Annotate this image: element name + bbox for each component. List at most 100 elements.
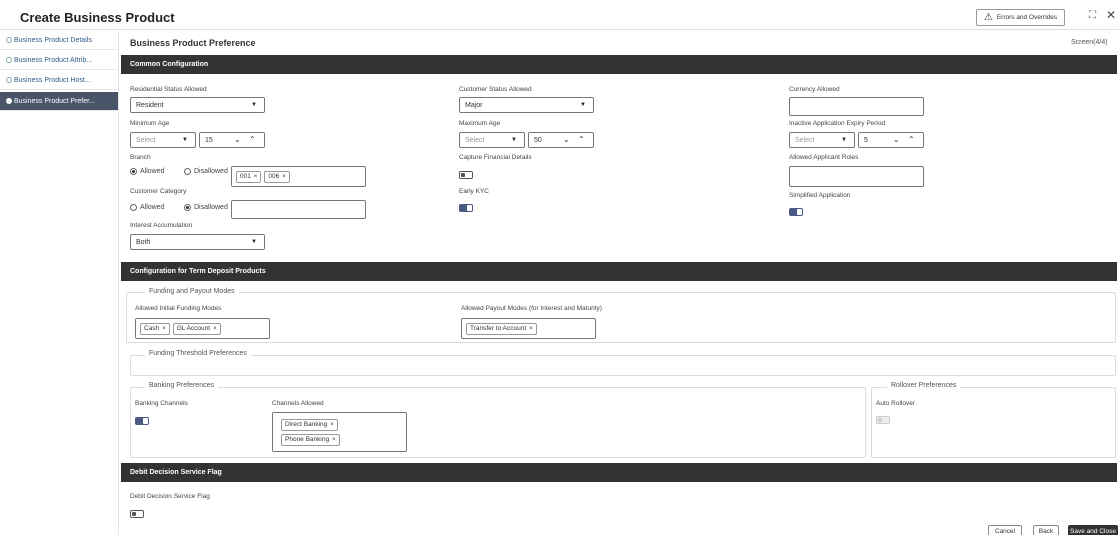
category-disallowed-radio[interactable]: Disallowed (184, 204, 228, 211)
chevron-up-icon[interactable]: ⌃ (908, 135, 915, 144)
initial-funding-chip-input[interactable]: Cash × GL Account × (135, 318, 270, 339)
sidebar-item-label: Business Product Details (14, 36, 92, 44)
currency-label: Currency Allowed (789, 86, 840, 93)
customer-category-label: Customer Category (130, 188, 187, 195)
caret-down-icon: ▼ (251, 102, 257, 108)
interest-accumulation-select[interactable]: Both ▼ (130, 234, 265, 250)
step-icon (6, 37, 12, 43)
branch-chip[interactable]: 006 × (264, 170, 290, 183)
chip-label: Direct Banking (285, 421, 328, 428)
category-input[interactable] (231, 200, 366, 219)
expand-icon[interactable]: ⛶ (1089, 10, 1096, 21)
caret-down-icon: ▼ (182, 137, 188, 143)
sidebar-item-details[interactable]: Business Product Details (0, 31, 118, 50)
chevron-up-icon[interactable]: ⌃ (249, 135, 256, 144)
residential-status-label: Residential Status Allowed (130, 86, 207, 93)
max-age-unit-value: Select (465, 136, 485, 144)
remove-icon[interactable]: × (213, 326, 217, 332)
chip-label: Transfer to Account (470, 325, 527, 332)
branch-allowed-radio[interactable]: Allowed (130, 168, 165, 175)
branch-chip-input[interactable]: 001 × 006 × (231, 166, 366, 187)
early-kyc-toggle[interactable] (459, 204, 473, 212)
funding-threshold-fieldset (130, 355, 1116, 376)
inactive-expiry-unit-select[interactable]: Select ▼ (789, 132, 855, 148)
remove-icon[interactable]: × (332, 437, 336, 443)
category-allowed-radio[interactable]: Allowed (130, 204, 165, 211)
banking-channels-toggle[interactable] (135, 417, 149, 425)
sidebar: Business Product Details Business Produc… (0, 31, 119, 535)
screen-indicator: Screen(4/4) (1071, 39, 1108, 46)
remove-icon[interactable]: × (254, 174, 258, 180)
interest-accumulation-label: Interest Accumulation (130, 222, 193, 229)
warning-icon: ⚠ (983, 12, 993, 23)
errors-overrides-button[interactable]: ⚠ Errors and Overrides (976, 9, 1065, 26)
payout-modes-label: Allowed Payout Modes (for Interest and M… (461, 305, 602, 312)
funding-payout-legend: Funding and Payout Modes (145, 288, 239, 295)
radio-checked-icon (130, 168, 137, 175)
radio-checked-icon (184, 204, 191, 211)
rollover-preferences-legend: Rollover Preferences (887, 382, 961, 389)
chevron-down-icon[interactable]: ⌄ (563, 135, 570, 144)
chip-label: Phone Banking (285, 436, 330, 443)
chevron-down-icon[interactable]: ⌄ (893, 135, 900, 144)
banking-preferences-legend: Banking Preferences (145, 382, 218, 389)
radio-label: Disallowed (194, 204, 228, 211)
caret-down-icon: ▼ (251, 239, 257, 245)
radio-label: Disallowed (194, 168, 228, 175)
inactive-expiry-value: 5 (864, 136, 868, 144)
max-age-stepper[interactable]: 50 ⌄ ⌃ (528, 132, 594, 148)
residential-status-value: Resident (136, 101, 164, 109)
min-age-unit-select[interactable]: Select ▼ (130, 132, 196, 148)
min-age-stepper[interactable]: 15 ⌄ ⌃ (199, 132, 265, 148)
sidebar-item-attributes[interactable]: Business Product Attrib... (0, 51, 118, 70)
chevron-up-icon[interactable]: ⌃ (578, 135, 585, 144)
debit-flag-toggle[interactable] (130, 510, 144, 518)
branch-disallowed-radio[interactable]: Disallowed (184, 168, 228, 175)
capture-financial-toggle[interactable] (459, 171, 473, 179)
sidebar-item-preference[interactable]: Business Product Prefer... (0, 92, 118, 111)
max-age-label: Maximum Age (459, 120, 501, 127)
channels-allowed-chip-input[interactable]: Direct Banking × Phone Banking × (272, 412, 407, 452)
remove-icon[interactable]: × (529, 326, 533, 332)
applicant-roles-input[interactable] (789, 166, 924, 187)
customer-status-select[interactable]: Major ▼ (459, 97, 594, 113)
remove-icon[interactable]: × (282, 174, 286, 180)
early-kyc-label: Early KYC (459, 188, 489, 195)
sidebar-item-label: Business Product Attrib... (14, 56, 93, 64)
funding-chip[interactable]: Cash × (140, 322, 170, 335)
radio-label: Allowed (140, 168, 165, 175)
customer-status-label: Customer Status Allowed (459, 86, 532, 93)
inactive-expiry-stepper[interactable]: 5 ⌄ ⌃ (858, 132, 924, 148)
max-age-unit-select[interactable]: Select ▼ (459, 132, 525, 148)
back-button[interactable]: Back (1033, 525, 1059, 535)
payout-modes-chip-input[interactable]: Transfer to Account × (461, 318, 596, 339)
save-close-button[interactable]: Save and Close (1068, 525, 1118, 535)
simplified-application-label: Simplified Application (789, 192, 851, 199)
currency-input[interactable] (789, 97, 924, 116)
funding-chip[interactable]: GL Account × (172, 322, 221, 335)
customer-status-value: Major (465, 101, 483, 109)
debit-flag-label: Debit Decision Service Flag (130, 493, 210, 500)
cancel-button[interactable]: Cancel (988, 525, 1022, 535)
channel-chip[interactable]: Direct Banking × (281, 418, 338, 431)
remove-icon[interactable]: × (162, 326, 166, 332)
channel-chip[interactable]: Phone Banking × (281, 433, 340, 446)
initial-funding-label: Allowed Initial Funding Modes (135, 305, 222, 312)
inactive-expiry-label: Inactive Application Expiry Period (789, 120, 886, 127)
step-icon (6, 57, 12, 63)
branch-label: Branch (130, 154, 151, 161)
remove-icon[interactable]: × (330, 422, 334, 428)
chevron-down-icon[interactable]: ⌄ (234, 135, 241, 144)
payout-chip[interactable]: Transfer to Account × (466, 322, 537, 335)
common-config-header: Common Configuration (121, 55, 1117, 74)
chip-label: 006 (268, 173, 280, 180)
residential-status-select[interactable]: Resident ▼ (130, 97, 265, 113)
sidebar-item-host[interactable]: Business Product Host... (0, 71, 118, 90)
simplified-application-toggle[interactable] (789, 208, 803, 216)
errors-overrides-label: Errors and Overrides (996, 14, 1058, 21)
branch-chip[interactable]: 001 × (236, 170, 262, 183)
channels-allowed-label: Channels Allowed (272, 400, 324, 407)
funding-threshold-legend: Funding Threshold Preferences (145, 350, 251, 357)
auto-rollover-toggle[interactable] (876, 416, 890, 424)
close-icon[interactable]: ✕ (1106, 8, 1116, 22)
